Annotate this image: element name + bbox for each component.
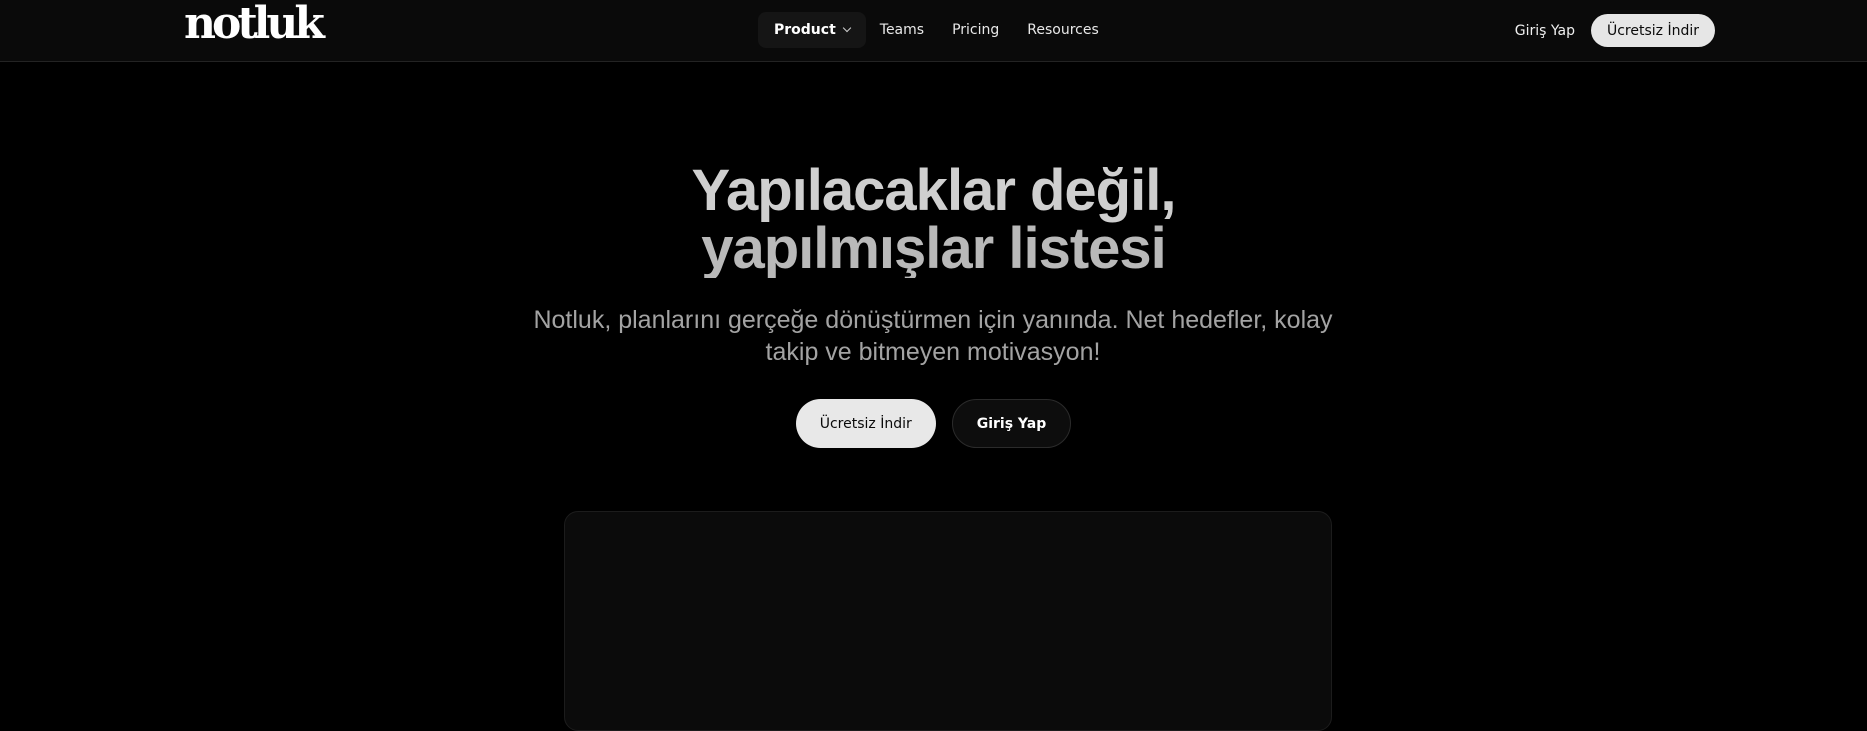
notluk-logo[interactable]: notluk bbox=[184, 0, 325, 54]
hero-actions: Ücretsiz İndir Giriş Yap bbox=[0, 399, 1867, 448]
nav-item-product[interactable]: Product bbox=[758, 12, 866, 48]
main-nav: Product Teams Pricing Resources bbox=[758, 12, 1113, 48]
hero-title-line-1: Yapılacaklar değil, bbox=[691, 162, 1177, 223]
app-preview-card bbox=[564, 511, 1332, 731]
chevron-down-icon bbox=[842, 23, 852, 33]
nav-item-pricing[interactable]: Pricing bbox=[938, 12, 1013, 48]
login-link[interactable]: Giriş Yap bbox=[1515, 23, 1575, 39]
hero-subtitle: Notluk, planlarını gerçeğe dönüştürmen i… bbox=[533, 306, 1333, 366]
hero-download-button[interactable]: Ücretsiz İndir bbox=[795, 399, 936, 448]
hero-title: Yapılacaklar değil, yapılmışlar listesi bbox=[0, 162, 1867, 278]
download-free-button[interactable]: Ücretsiz İndir bbox=[1590, 14, 1715, 47]
top-navbar: notluk Product Teams Pricing Resources G… bbox=[0, 0, 1867, 62]
nav-item-teams[interactable]: Teams bbox=[866, 12, 938, 48]
nav-item-product-label: Product bbox=[774, 22, 836, 38]
hero-title-line-2: yapılmışlar listesi bbox=[701, 216, 1167, 278]
nav-item-resources-label: Resources bbox=[1027, 22, 1099, 38]
nav-item-pricing-label: Pricing bbox=[952, 22, 1000, 38]
nav-item-teams-label: Teams bbox=[879, 22, 925, 38]
nav-actions: Giriş Yap Ücretsiz İndir bbox=[1515, 14, 1715, 47]
nav-item-resources[interactable]: Resources bbox=[1013, 12, 1113, 48]
hero-login-button[interactable]: Giriş Yap bbox=[951, 399, 1072, 448]
